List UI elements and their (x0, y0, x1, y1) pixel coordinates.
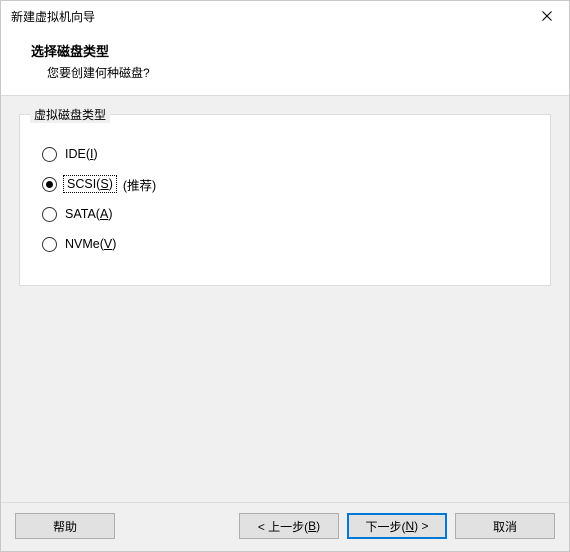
radio-text: SATA(A) (65, 207, 112, 221)
window-title: 新建虚拟机向导 (11, 8, 95, 25)
radio-label: NVMe(V) (65, 237, 116, 251)
radio-icon (42, 177, 57, 192)
radio-text: SCSI(S) (65, 177, 115, 191)
close-icon (542, 11, 552, 21)
next-button[interactable]: 下一步(N) > (347, 513, 447, 539)
cancel-button[interactable]: 取消 (455, 513, 555, 539)
disk-type-group: 虚拟磁盘类型 IDE(I) SCSI(S) (推荐) SATA(A) (19, 114, 551, 286)
help-button[interactable]: 帮助 (15, 513, 115, 539)
wizard-heading: 选择磁盘类型 (31, 41, 551, 60)
radio-option-nvme[interactable]: NVMe(V) (42, 233, 528, 255)
radio-label: IDE(I) (65, 147, 98, 161)
titlebar: 新建虚拟机向导 (1, 1, 569, 31)
back-button[interactable]: < 上一步(B) (239, 513, 339, 539)
radio-label: SCSI(S) (65, 177, 115, 191)
radio-text: IDE(I) (65, 147, 98, 161)
wizard-footer: 帮助 < 上一步(B) 下一步(N) > 取消 (1, 502, 569, 551)
group-legend: 虚拟磁盘类型 (30, 106, 110, 123)
radio-label: SATA(A) (65, 207, 112, 221)
radio-option-scsi[interactable]: SCSI(S) (推荐) (42, 173, 528, 195)
wizard-header: 选择磁盘类型 您要创建何种磁盘? (1, 31, 569, 96)
wizard-content: 虚拟磁盘类型 IDE(I) SCSI(S) (推荐) SATA(A) (1, 96, 569, 502)
radio-icon (42, 207, 57, 222)
radio-icon (42, 237, 57, 252)
wizard-subheading: 您要创建何种磁盘? (31, 64, 551, 81)
radio-option-sata[interactable]: SATA(A) (42, 203, 528, 225)
window-close-button[interactable] (524, 1, 569, 31)
radio-text: NVMe(V) (65, 237, 116, 251)
radio-option-ide[interactable]: IDE(I) (42, 143, 528, 165)
radio-suffix: (推荐) (123, 175, 156, 194)
radio-icon (42, 147, 57, 162)
